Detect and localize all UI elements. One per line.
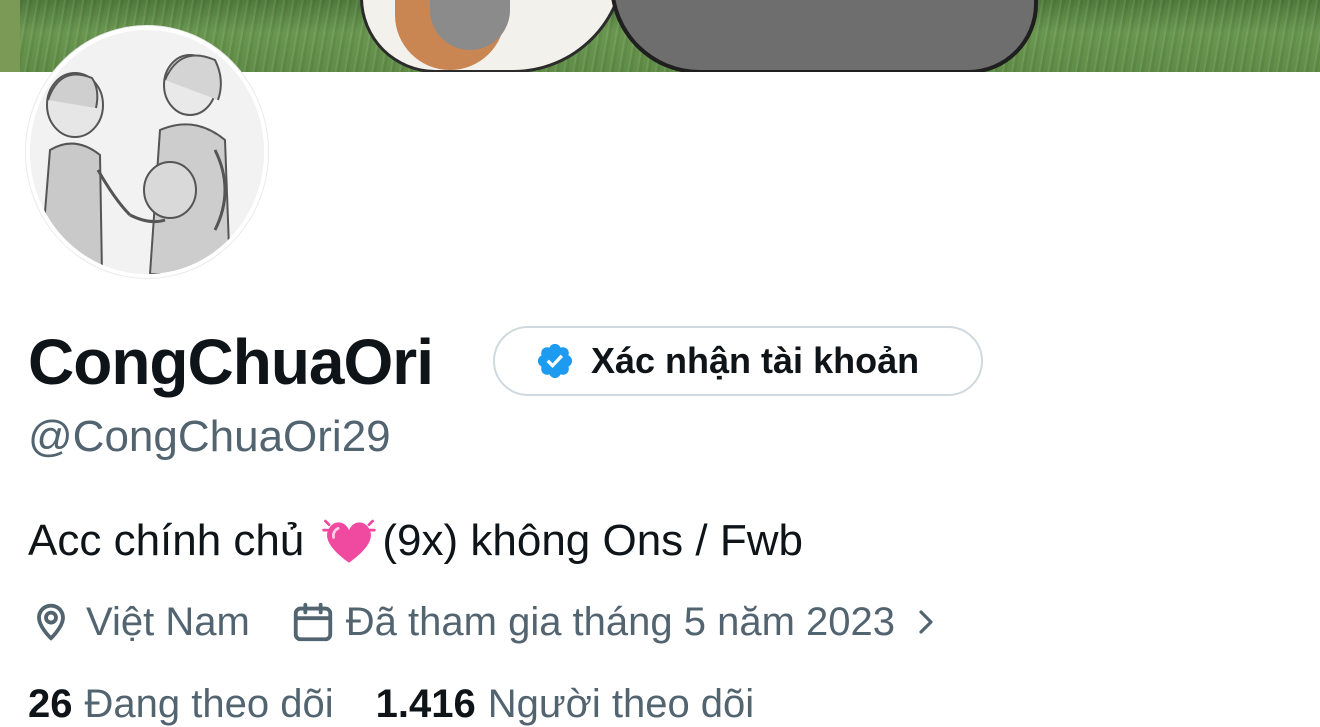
- display-name: CongChuaOri: [28, 326, 434, 398]
- avatar-illustration: [30, 30, 264, 274]
- joined-date-text: Đã tham gia tháng 5 năm 2023: [345, 599, 896, 644]
- follow-spacer: [346, 682, 364, 727]
- banner-sign: [0, 0, 20, 72]
- verify-account-button[interactable]: Xác nhận tài khoản: [493, 326, 983, 396]
- beating-heart-icon: [322, 519, 377, 563]
- profile-bio: Acc chính chủ (9x) không Ons / Fwb: [28, 512, 803, 570]
- joined-item[interactable]: Đã tham gia tháng 5 năm 2023: [250, 599, 941, 645]
- bio-text: Acc chính chủ: [28, 516, 305, 565]
- following-count[interactable]: 26: [28, 682, 73, 727]
- banner-cat-dark: [610, 0, 1038, 72]
- following-label[interactable]: Đang theo dõi: [85, 682, 334, 727]
- verified-badge-icon: [537, 343, 573, 379]
- verify-account-label: Xác nhận tài khoản: [591, 340, 920, 381]
- location-pin-icon: [37, 603, 65, 641]
- bio-text-after: (9x) không Ons / Fwb: [382, 516, 803, 565]
- profile-meta: Việt Nam Đã tham gia tháng 5 năm 2023: [28, 594, 941, 650]
- location-text: Việt Nam: [86, 599, 250, 644]
- username-handle: @CongChuaOri29: [28, 412, 391, 461]
- avatar[interactable]: [26, 26, 268, 278]
- chevron-right-icon: [919, 610, 933, 634]
- calendar-icon: [293, 602, 332, 642]
- location-item: Việt Nam: [28, 599, 250, 645]
- followers-label[interactable]: Người theo dõi: [488, 682, 754, 727]
- avatar-image: [30, 30, 264, 274]
- followers-count[interactable]: 1.416: [376, 682, 476, 727]
- follow-stats: 26 Đang theo dõi 1.416 Người theo dõi: [28, 682, 754, 727]
